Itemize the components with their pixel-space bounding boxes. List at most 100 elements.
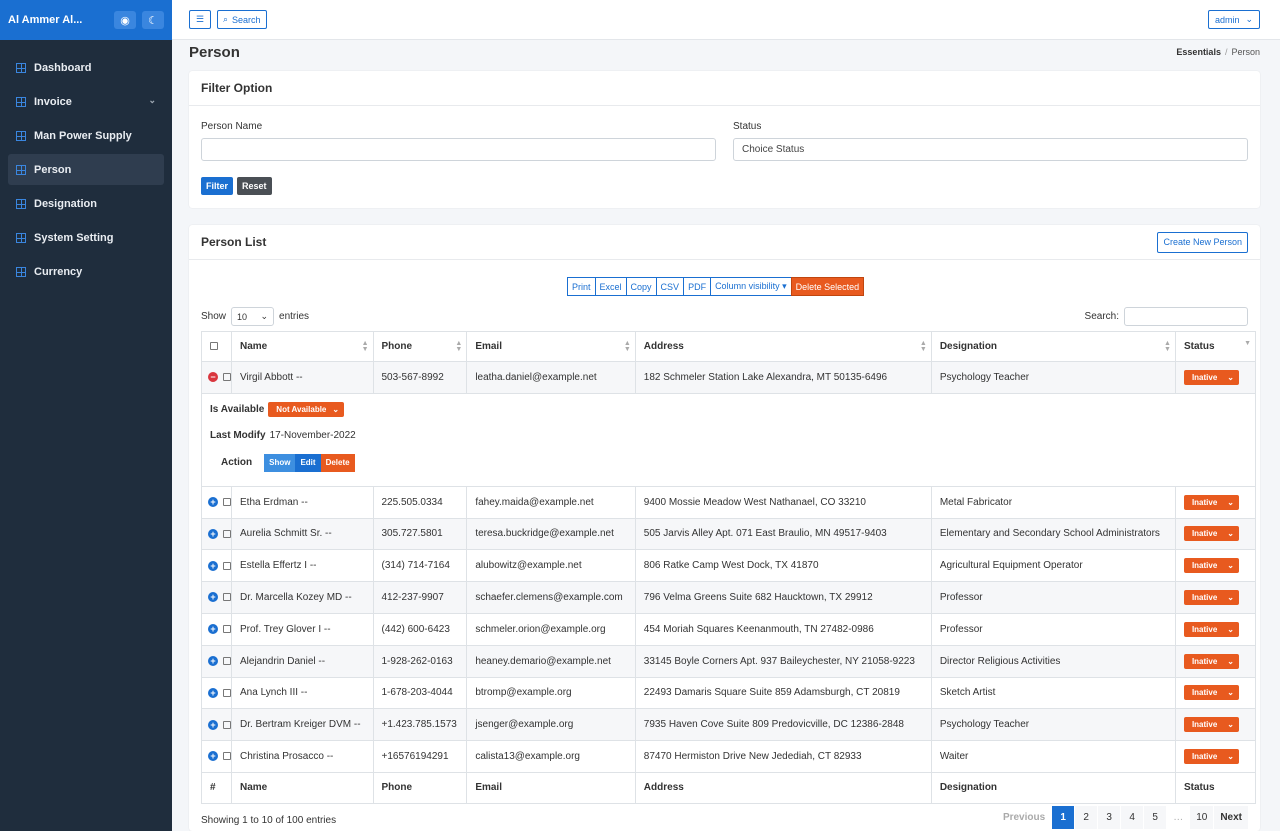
select-all-checkbox[interactable]: [210, 342, 218, 351]
search-button[interactable]: ⌕ Search: [217, 10, 267, 29]
cell-email: fahey.maida@example.net: [466, 485, 636, 519]
column-header-name[interactable]: Name ▲ ▼: [231, 331, 374, 362]
column-visibility-button[interactable]: Column visibility ▾: [710, 277, 792, 296]
copy-button[interactable]: Copy: [625, 277, 657, 296]
status-dropdown-button[interactable]: Inative ⌄: [1183, 717, 1239, 733]
reset-button[interactable]: Reset: [237, 177, 272, 195]
sidebar-item-man-power-supply[interactable]: Man Power Supply: [8, 120, 164, 151]
chevron-down-icon: ⌄: [1227, 656, 1234, 666]
sidebar-item-label: Person: [34, 163, 72, 176]
row-checkbox[interactable]: [223, 498, 231, 507]
row-checkbox[interactable]: [223, 657, 231, 666]
status-dropdown-button[interactable]: Inative ⌄: [1183, 494, 1239, 510]
expand-row-icon[interactable]: +: [208, 592, 218, 603]
delete-selected-button[interactable]: Delete Selected: [790, 277, 865, 296]
column-header-address[interactable]: Address ▲ ▼: [634, 331, 932, 362]
cell-phone: (442) 600-6423: [372, 612, 468, 646]
grid-icon: [16, 62, 26, 73]
person-name-input[interactable]: [201, 138, 716, 161]
pagination-page-5[interactable]: 5: [1144, 806, 1167, 829]
filter-title: Filter Option: [201, 81, 273, 95]
eye-icon[interactable]: ◉: [114, 11, 136, 29]
sidebar: Al Ammer Al... ◉ ☾ Dashboard Invoice ⌄ Ma…: [0, 0, 172, 831]
sidebar-item-currency[interactable]: Currency: [8, 256, 164, 287]
status-dropdown-button[interactable]: Inative ⌄: [1183, 653, 1239, 669]
status-dropdown-button[interactable]: Inative ⌄: [1183, 369, 1239, 385]
cell-address: 796 Velma Greens Suite 682 Haucktown, TX…: [634, 581, 932, 614]
column-header-status[interactable]: Status ▼: [1174, 331, 1257, 362]
status-dropdown-button[interactable]: Inative ⌄: [1183, 558, 1239, 574]
collapse-row-icon[interactable]: −: [208, 372, 218, 383]
row-checkbox[interactable]: [223, 720, 231, 729]
expand-row-icon[interactable]: +: [208, 656, 218, 667]
excel-button[interactable]: Excel: [594, 277, 627, 296]
availability-dropdown-button[interactable]: Not Available ⌄: [268, 401, 345, 417]
pagination-page-4[interactable]: 4: [1121, 806, 1144, 829]
row-checkbox[interactable]: [223, 593, 231, 602]
cell-address: 454 Moriah Squares Keenanmouth, TN 27482…: [634, 612, 932, 646]
sidebar-item-designation[interactable]: Designation: [8, 188, 164, 219]
pagination-page-1[interactable]: 1: [1052, 806, 1075, 829]
edit-button[interactable]: Edit: [295, 453, 321, 472]
row-checkbox[interactable]: [223, 625, 231, 634]
cell-address: 33145 Boyle Corners Apt. 937 Baileychest…: [634, 644, 932, 678]
cell-name: Prof. Trey Glover I --: [231, 612, 374, 646]
sidebar-item-system-setting[interactable]: System Setting: [8, 222, 164, 253]
menu-toggle-button[interactable]: ☰: [189, 10, 211, 29]
cell-name: Christina Prosacco --: [231, 740, 374, 773]
pagination-next[interactable]: Next: [1214, 806, 1248, 829]
pdf-button[interactable]: PDF: [683, 277, 712, 296]
sidebar-item-person[interactable]: Person: [8, 154, 164, 185]
cell-email: schmeler.orion@example.org: [466, 612, 636, 646]
row-checkbox[interactable]: [223, 529, 231, 538]
csv-button[interactable]: CSV: [655, 277, 685, 296]
expand-row-icon[interactable]: +: [208, 687, 218, 698]
expand-row-icon[interactable]: +: [208, 497, 218, 508]
expand-row-icon[interactable]: +: [208, 719, 218, 730]
column-header-phone[interactable]: Phone ▲ ▼: [372, 331, 468, 362]
page-size-select[interactable]: 10 ⌄: [231, 307, 275, 326]
cell-status: Inative ⌄: [1174, 517, 1257, 551]
table-search: Search:: [1085, 307, 1248, 326]
expand-row-icon[interactable]: +: [208, 624, 218, 635]
status-dropdown-button[interactable]: Inative ⌄: [1183, 621, 1239, 637]
status-select[interactable]: Choice Status: [733, 138, 1248, 161]
create-person-button[interactable]: Create New Person: [1157, 231, 1248, 253]
chevron-down-icon: ⌄: [1227, 593, 1234, 603]
expand-row-icon[interactable]: +: [208, 560, 218, 571]
pagination-previous[interactable]: Previous: [996, 806, 1052, 829]
row-checkbox[interactable]: [223, 561, 231, 570]
expand-row-icon[interactable]: +: [208, 528, 218, 539]
pagination-page-10[interactable]: 10: [1190, 806, 1214, 829]
pagination-page-2[interactable]: 2: [1075, 806, 1098, 829]
breadcrumb-essentials[interactable]: Essentials: [1176, 47, 1221, 57]
pagination-page-3[interactable]: 3: [1098, 806, 1121, 829]
row-checkbox[interactable]: [223, 373, 231, 382]
column-header-email[interactable]: Email ▲ ▼: [466, 331, 636, 362]
brand-bar: Al Ammer Al... ◉ ☾: [0, 0, 172, 40]
filter-button[interactable]: Filter: [201, 177, 234, 195]
status-dropdown-button[interactable]: Inative ⌄: [1183, 590, 1239, 606]
column-header-designation[interactable]: Designation ▲ ▼: [930, 331, 1176, 362]
print-button[interactable]: Print: [567, 277, 596, 296]
status-dropdown-button[interactable]: Inative ⌄: [1183, 526, 1239, 542]
table-search-input[interactable]: [1124, 307, 1248, 326]
moon-icon[interactable]: ☾: [142, 11, 164, 29]
sidebar-item-label: Invoice: [34, 95, 72, 108]
delete-button[interactable]: Delete: [320, 453, 355, 472]
status-dropdown-button[interactable]: Inative ⌄: [1183, 685, 1239, 701]
user-menu-button[interactable]: admin ⌄: [1207, 10, 1260, 29]
brand-name[interactable]: Al Ammer Al...: [8, 14, 108, 26]
action-label: Action: [221, 457, 253, 469]
sidebar-item-dashboard[interactable]: Dashboard: [8, 52, 164, 83]
cell-phone: (314) 714-7164: [372, 549, 468, 583]
grid-icon: [16, 130, 26, 141]
expand-row-icon[interactable]: +: [208, 751, 218, 762]
sidebar-item-invoice[interactable]: Invoice ⌄: [8, 86, 164, 117]
status-dropdown-button[interactable]: Inative ⌄: [1183, 749, 1239, 765]
chevron-down-icon: ⌄: [1245, 14, 1253, 24]
row-checkbox[interactable]: [223, 752, 231, 761]
topbar: ☰ ⌕ Search admin ⌄: [172, 0, 1280, 40]
row-checkbox[interactable]: [223, 688, 231, 697]
show-button[interactable]: Show: [264, 453, 296, 472]
